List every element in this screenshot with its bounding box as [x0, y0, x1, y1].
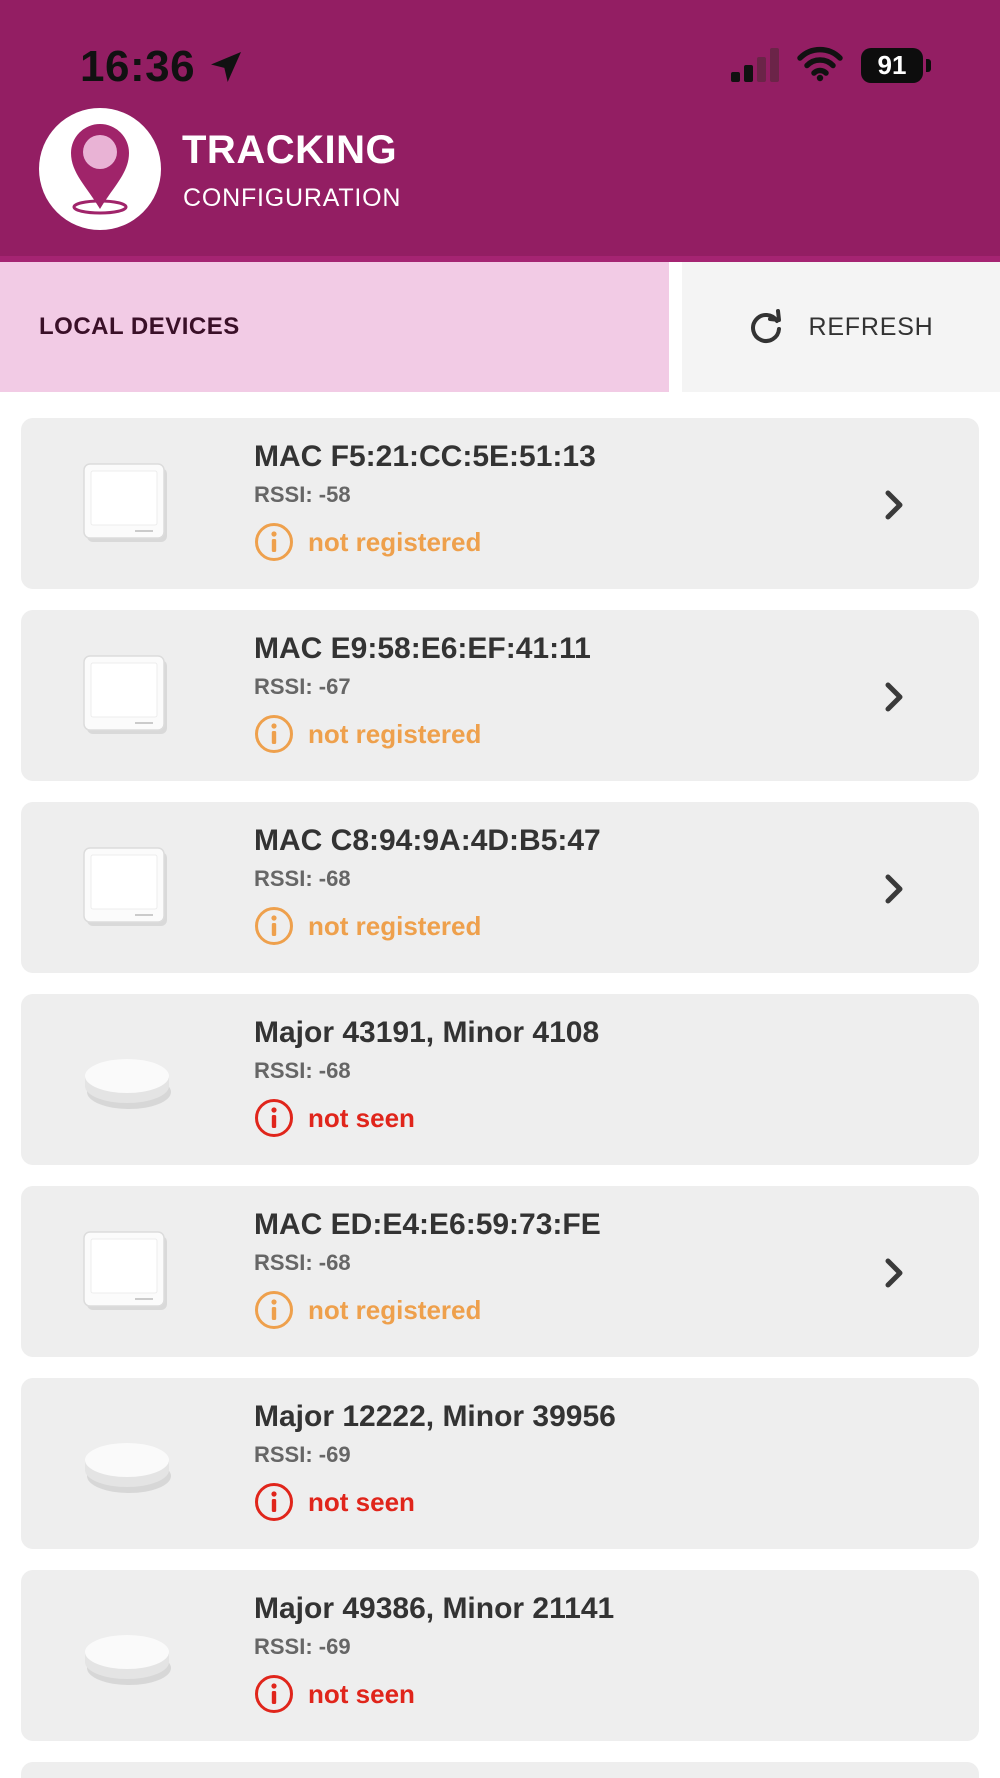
panel-device-icon — [83, 1231, 167, 1310]
app-subtitle: CONFIGURATION — [183, 184, 402, 212]
device-card[interactable]: MAC E9:58:E6:EF:41:11 RSSI: -67 not regist… — [21, 610, 979, 781]
device-status: not registered — [254, 714, 481, 754]
device-card[interactable]: MAC C8:94:9A:4D:B5:47 RSSI: -68 not regist… — [21, 802, 979, 973]
map-pin-icon — [71, 124, 129, 215]
device-card-partial[interactable] — [21, 1762, 979, 1778]
device-status-label: not registered — [308, 718, 482, 749]
info-circle-icon — [255, 523, 293, 561]
device-list: MAC F5:21:CC:5E:51:13 RSSI: -58 not regist… — [21, 418, 979, 1778]
device-status: not seen — [254, 1098, 415, 1138]
device-status: not registered — [254, 906, 481, 946]
chevron-right-icon — [885, 874, 903, 904]
panel-device-icon — [83, 655, 167, 734]
info-circle-icon — [255, 715, 293, 753]
device-rssi: RSSI: -69 — [254, 1634, 351, 1659]
device-status-label: not seen — [308, 1678, 415, 1709]
device-rssi: RSSI: -58 — [254, 482, 351, 507]
panel-device-icon — [83, 463, 167, 542]
device-rssi: RSSI: -68 — [254, 1058, 351, 1083]
app-logo — [39, 108, 161, 230]
refresh-button[interactable]: REFRESH — [682, 262, 1000, 392]
device-card[interactable]: Major 43191, Minor 4108 RSSI: -68 not seen — [21, 994, 979, 1165]
device-rssi: RSSI: -68 — [254, 866, 351, 891]
device-status-label: not registered — [308, 1294, 482, 1325]
panel-device-icon — [83, 847, 167, 926]
device-status: not registered — [254, 522, 481, 562]
device-rssi: RSSI: -67 — [254, 674, 351, 699]
refresh-label: REFRESH — [808, 312, 934, 341]
info-circle-icon — [255, 1099, 293, 1137]
battery-tip — [926, 59, 931, 72]
app-header: 16:36 91 TRACKING CONFIGURATION — [0, 0, 1000, 262]
beacon-puck-icon — [85, 1059, 171, 1109]
device-card[interactable]: MAC ED:E4:E6:59:73:FE RSSI: -68 not regist… — [21, 1186, 979, 1357]
beacon-puck-icon — [85, 1635, 171, 1685]
device-name: MAC F5:21:CC:5E:51:13 — [254, 440, 596, 473]
device-name: Major 43191, Minor 4108 — [254, 1016, 600, 1049]
battery-level: 91 — [877, 50, 907, 80]
device-rssi: RSSI: -68 — [254, 1250, 351, 1275]
device-card[interactable]: Major 49386, Minor 21141 RSSI: -69 not see… — [21, 1570, 979, 1741]
device-status-label: not registered — [308, 526, 482, 557]
device-card[interactable]: Major 12222, Minor 39956 RSSI: -69 not see… — [21, 1378, 979, 1549]
chevron-right-icon — [885, 1258, 903, 1288]
device-status-label: not registered — [308, 910, 482, 941]
tab-local-devices-label: LOCAL DEVICES — [39, 313, 240, 340]
device-name: Major 49386, Minor 21141 — [254, 1592, 615, 1625]
device-name: MAC ED:E4:E6:59:73:FE — [254, 1208, 601, 1241]
device-card[interactable]: MAC F5:21:CC:5E:51:13 RSSI: -58 not regist… — [21, 418, 979, 589]
device-name: MAC E9:58:E6:EF:41:11 — [254, 632, 591, 665]
chevron-right-icon — [885, 490, 903, 520]
chevron-right-icon — [885, 682, 903, 712]
cellular-signal-icon — [731, 48, 779, 82]
location-arrow-icon — [211, 52, 241, 82]
battery-indicator: 91 — [861, 48, 923, 83]
device-status: not seen — [254, 1674, 415, 1714]
device-status-label: not seen — [308, 1102, 415, 1133]
device-status: not registered — [254, 1290, 481, 1330]
info-circle-icon — [255, 1483, 293, 1521]
device-name: Major 12222, Minor 39956 — [254, 1400, 616, 1433]
tab-local-devices[interactable]: LOCAL DEVICES — [0, 262, 669, 392]
device-rssi: RSSI: -69 — [254, 1442, 351, 1467]
device-status-label: not seen — [308, 1486, 415, 1517]
status-time: 16:36 — [80, 42, 196, 91]
wifi-icon — [797, 46, 843, 82]
info-circle-icon — [255, 907, 293, 945]
refresh-icon — [751, 309, 782, 343]
app-title: TRACKING — [182, 128, 398, 172]
device-status: not seen — [254, 1482, 415, 1522]
beacon-puck-icon — [85, 1443, 171, 1493]
device-name: MAC C8:94:9A:4D:B5:47 — [254, 824, 601, 857]
info-circle-icon — [255, 1675, 293, 1713]
info-circle-icon — [255, 1291, 293, 1329]
